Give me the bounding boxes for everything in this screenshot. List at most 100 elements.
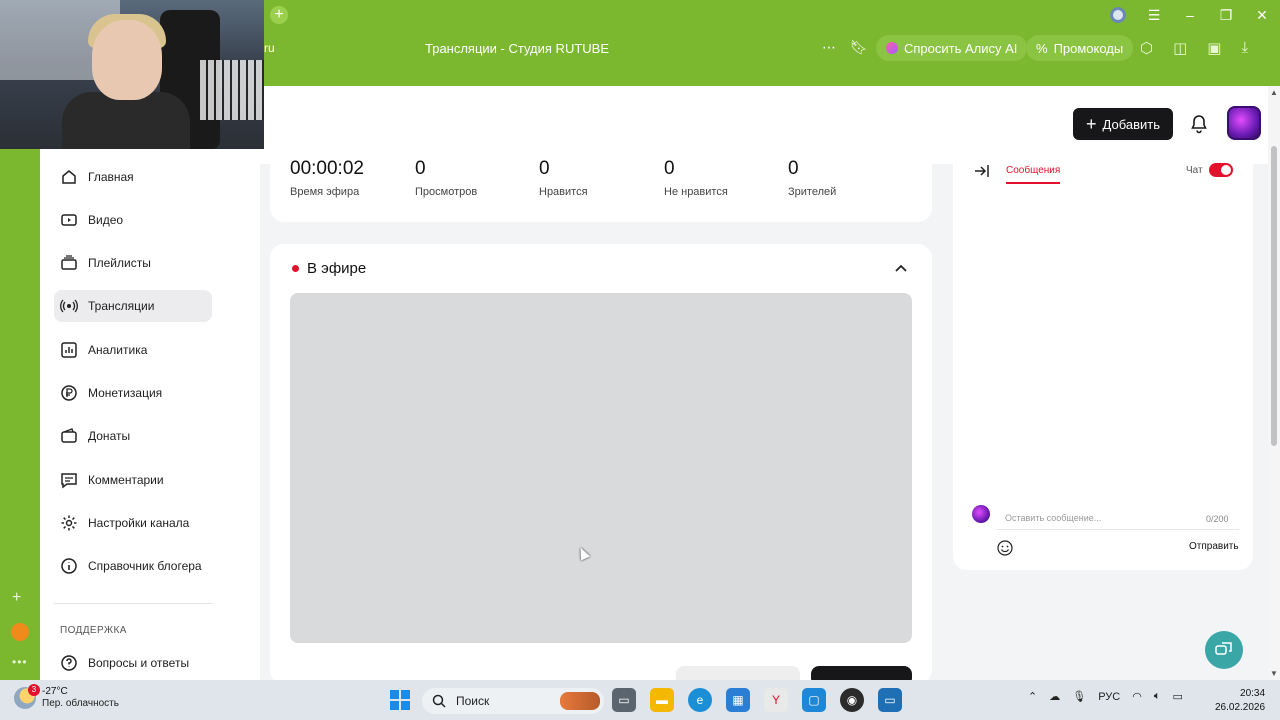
sidebar-item-label: Комментарии	[88, 473, 164, 487]
sidebar-item-comments[interactable]: Комментарии	[54, 464, 212, 496]
sidebar-item-video[interactable]: Видео	[54, 204, 212, 236]
chat-toggle[interactable]	[1209, 163, 1233, 177]
page-title: Трансляции - Студия RUTUBE	[425, 41, 609, 56]
close-icon[interactable]: ✕	[1244, 7, 1280, 24]
weather-widget[interactable]: 3 -27°C Пер. облачность	[14, 683, 119, 709]
sidebar-item-label: Видео	[88, 213, 124, 227]
sidebar-item-donations[interactable]: Донаты	[54, 420, 212, 452]
sidebar-item-faq[interactable]: Вопросы и ответы	[54, 647, 212, 679]
sidebar-item-label: Настройки канала	[88, 516, 190, 530]
stat-value: 0	[788, 158, 799, 179]
char-counter: 0/200	[1206, 514, 1229, 524]
wifi-icon[interactable]: ◠	[1132, 690, 1142, 703]
chevron-up-icon[interactable]	[894, 262, 908, 276]
ask-alice-button[interactable]: Спросить Алису AI	[876, 35, 1028, 61]
scroll-thumb[interactable]	[1271, 146, 1277, 446]
stat-label: Просмотров	[415, 186, 478, 198]
message-input[interactable]	[997, 506, 1239, 530]
video-player[interactable]	[290, 293, 912, 643]
system-tray: ⌃ ☁ 🎙︎ РУС ◠ 🔈︎ ▭	[1028, 690, 1183, 703]
browser-side-panel: + •••	[0, 86, 40, 680]
broadcast-icon	[60, 299, 78, 313]
sidebar-item-monetization[interactable]: Монетизация	[54, 377, 212, 409]
stat-value: 0	[539, 158, 550, 179]
emoji-icon[interactable]	[996, 539, 1014, 557]
translate-icon[interactable]: ▣	[1207, 39, 1221, 57]
scroll-up-icon[interactable]: ▲	[1270, 88, 1278, 97]
live-title: В эфире	[307, 260, 367, 277]
mail-icon[interactable]	[11, 623, 29, 641]
stat-likes: 0 Нравится	[539, 158, 588, 198]
start-button[interactable]	[390, 690, 410, 710]
minimize-icon[interactable]: –	[1172, 7, 1208, 23]
collections-icon[interactable]: ◫	[1173, 39, 1187, 57]
chevron-up-icon[interactable]: ⌃	[1028, 690, 1037, 703]
ask-alice-label: Спросить Алису AI	[904, 40, 1018, 56]
sidebar-item-home[interactable]: Главная	[54, 161, 212, 193]
restore-icon[interactable]: ❐	[1208, 7, 1244, 24]
stat-viewers: 0 Зрителей	[788, 158, 836, 198]
video-icon	[61, 214, 77, 226]
file-explorer-icon[interactable]: ▬	[650, 688, 674, 712]
stat-airtime: 00:00:02 Время эфира	[290, 158, 364, 198]
avatar	[972, 505, 990, 523]
microphone-icon[interactable]: 🎙︎	[1072, 690, 1086, 703]
url-fragment: ru	[264, 41, 275, 55]
bell-icon[interactable]	[1189, 114, 1209, 134]
sidebar-item-label: Плейлисты	[88, 256, 151, 270]
bookmark-icon[interactable]: 🔖︎	[850, 39, 868, 56]
menu-icon[interactable]: ☰	[1136, 7, 1172, 24]
sidebar-item-channel-settings[interactable]: Настройки канала	[54, 507, 212, 539]
profile-icon[interactable]	[1110, 7, 1126, 23]
add-button[interactable]: + Добавить	[1073, 108, 1173, 140]
send-button[interactable]: Отправить	[1189, 541, 1239, 552]
obs-icon[interactable]: ◉	[840, 688, 864, 712]
stat-value: 0	[664, 158, 675, 179]
task-view-icon[interactable]: ▭	[612, 688, 636, 712]
support-heading: ПОДДЕРЖКА	[60, 625, 127, 636]
ruble-icon	[61, 385, 77, 401]
remote-desktop-icon[interactable]: ▭	[878, 688, 902, 712]
clock[interactable]: 20:34 26.02.2026	[1215, 687, 1265, 715]
alice-icon	[886, 42, 898, 54]
sidebar-item-playlists[interactable]: Плейлисты	[54, 247, 212, 279]
address-bar[interactable]: ru Трансляции - Студия RUTUBE ⋯ 🔖︎ Спрос…	[264, 33, 1280, 63]
edge-icon[interactable]: e	[688, 688, 712, 712]
download-icon[interactable]: ⤓	[1241, 39, 1248, 57]
taskbar-search[interactable]: Поиск	[422, 688, 604, 714]
sidebar-item-blogger-guide[interactable]: Справочник блогера	[54, 550, 212, 582]
sidebar-item-analytics[interactable]: Аналитика	[54, 334, 212, 366]
stream-stats: 00:00:02 Время эфира 0 Просмотров 0 Нрав…	[270, 150, 932, 222]
extensions-bar: ⬡ ◫ ▣ ⤓	[1140, 39, 1248, 57]
info-icon	[61, 558, 77, 574]
temperature: -27°C	[42, 686, 68, 697]
sidebar-item-label: Главная	[88, 170, 134, 184]
scroll-down-icon[interactable]: ▼	[1270, 669, 1278, 678]
extension-icon[interactable]: ⬡	[1140, 39, 1153, 57]
live-header: В эфире	[292, 260, 366, 277]
search-icon	[432, 694, 446, 708]
windows-taskbar: 3 -27°C Пер. облачность Поиск ▭ ▬ e ▦ Y …	[0, 680, 1280, 720]
support-chat-button[interactable]	[1205, 631, 1243, 669]
more-panel-icon[interactable]: •••	[12, 655, 28, 669]
avatar[interactable]	[1227, 106, 1261, 140]
promo-button[interactable]: % Промокоды	[1026, 35, 1134, 61]
stat-label: Не нравится	[664, 186, 728, 198]
divider	[54, 603, 212, 604]
cloud-icon[interactable]: ☁	[1049, 690, 1060, 703]
new-tab-button[interactable]: +	[270, 6, 288, 24]
add-panel-icon[interactable]: +	[12, 589, 21, 607]
stat-views: 0 Просмотров	[415, 158, 477, 198]
store-icon[interactable]: ▦	[726, 688, 750, 712]
page-scrollbar[interactable]: ▲ ▼	[1268, 86, 1280, 680]
battery-icon[interactable]: ▭	[1172, 690, 1182, 703]
chat-app-icon[interactable]: ▢	[802, 688, 826, 712]
language-indicator[interactable]: РУС	[1098, 691, 1120, 703]
collapse-panel-icon[interactable]	[973, 162, 991, 180]
sidebar-item-broadcasts[interactable]: Трансляции	[54, 290, 212, 322]
yandex-browser-icon[interactable]: Y	[764, 688, 788, 712]
volume-icon[interactable]: 🔈︎	[1154, 690, 1161, 703]
more-icon[interactable]: ⋯	[822, 39, 836, 56]
tab-messages[interactable]: Сообщения	[1006, 165, 1061, 184]
weather-badge: 3	[28, 683, 40, 696]
